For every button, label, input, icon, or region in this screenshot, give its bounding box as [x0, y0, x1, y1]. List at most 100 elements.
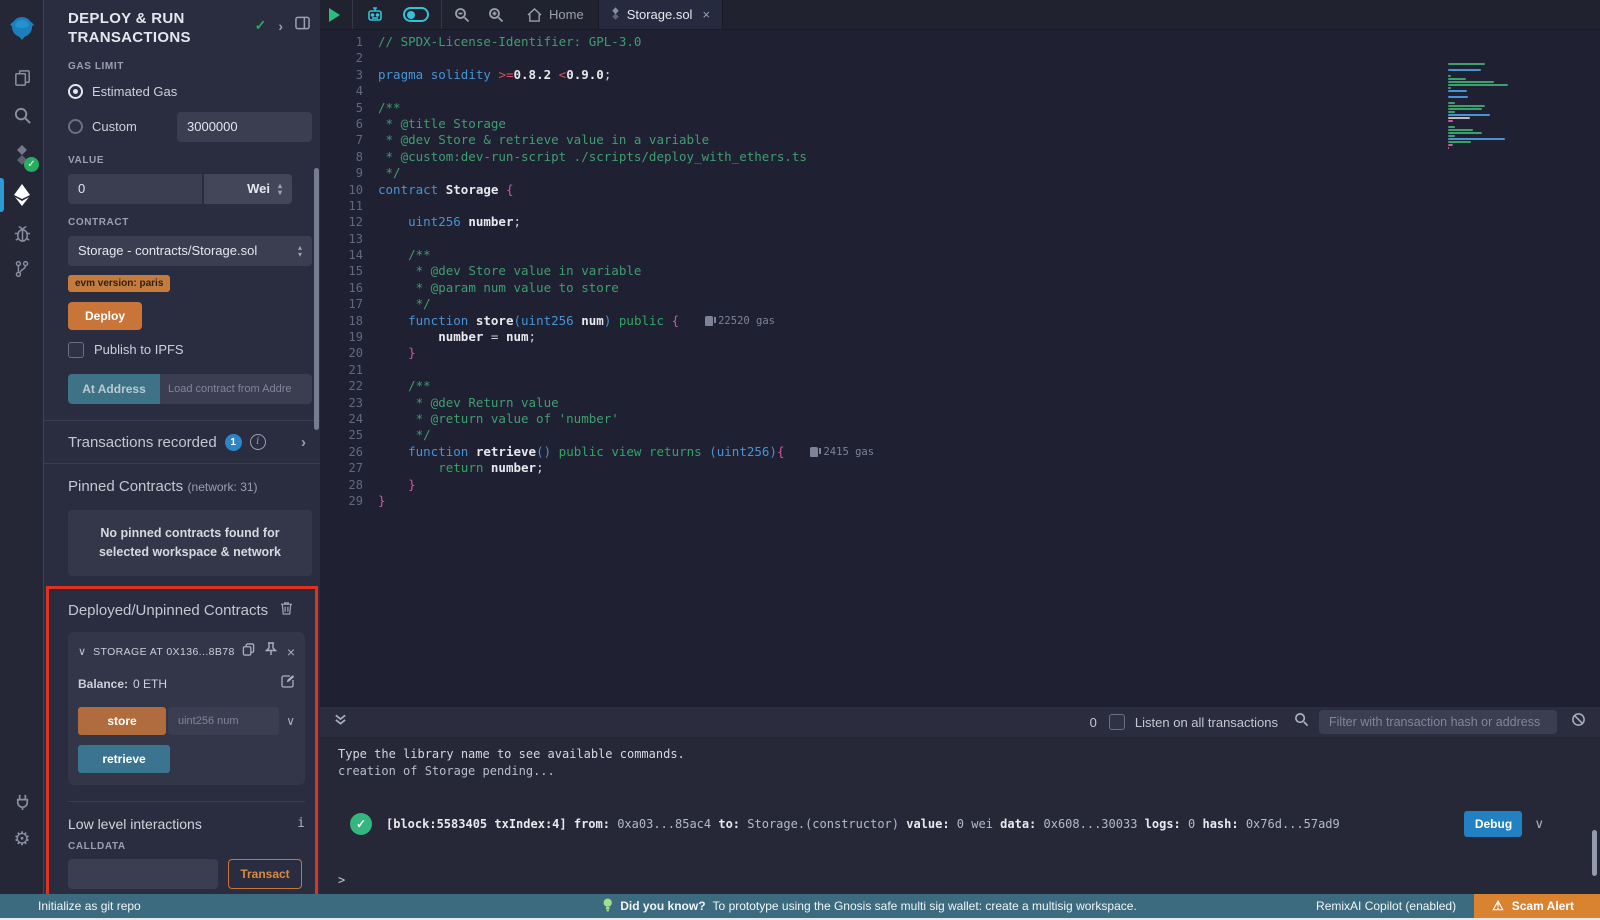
code-line[interactable]: 18 function store(uint256 num) public {2… — [320, 313, 1600, 329]
code-line[interactable]: 17 */ — [320, 296, 1600, 312]
code-line[interactable]: 3pragma solidity >=0.8.2 <0.9.0; — [320, 67, 1600, 83]
code-line[interactable]: 13 — [320, 231, 1600, 247]
code-line[interactable]: 14 /** — [320, 247, 1600, 263]
code-line[interactable]: 12 uint256 number; — [320, 214, 1600, 230]
code-text: * @return value of 'number' — [378, 411, 619, 427]
terminal-filter-input[interactable] — [1319, 710, 1557, 734]
git-icon[interactable] — [0, 250, 44, 288]
code-line[interactable]: 29} — [320, 493, 1600, 509]
code-line[interactable]: 28 } — [320, 477, 1600, 493]
transact-button[interactable]: Transact — [228, 859, 302, 889]
code-line[interactable]: 23 * @dev Return value — [320, 395, 1600, 411]
editor-minimap[interactable] — [1448, 63, 1536, 150]
terminal-scrollbar[interactable] — [1592, 830, 1597, 876]
zoom-out-icon[interactable] — [445, 0, 479, 29]
code-line[interactable]: 4 — [320, 83, 1600, 99]
copy-address-icon[interactable] — [242, 643, 255, 661]
code-line[interactable]: 9 */ — [320, 165, 1600, 181]
pin-contract-icon[interactable] — [265, 642, 277, 661]
code-line[interactable]: 22 /** — [320, 378, 1600, 394]
code-line[interactable]: 5/** — [320, 100, 1600, 116]
zoom-in-icon[interactable] — [479, 0, 513, 29]
deploy-run-icon[interactable] — [0, 176, 44, 214]
remix-logo-icon[interactable] — [0, 6, 44, 50]
deploy-button[interactable]: Deploy — [68, 302, 142, 330]
store-arg-input[interactable] — [168, 707, 279, 735]
code-line[interactable]: 7 * @dev Store & retrieve value in a var… — [320, 132, 1600, 148]
publish-ipfs-checkbox[interactable] — [68, 342, 84, 358]
expand-args-icon[interactable]: ∨ — [286, 714, 295, 728]
calldata-input[interactable] — [68, 859, 218, 889]
code-line[interactable]: 2 — [320, 50, 1600, 66]
at-address-button[interactable]: At Address — [68, 374, 160, 404]
debugger-icon[interactable] — [0, 214, 44, 252]
code-line[interactable]: 25 */ — [320, 427, 1600, 443]
unit-stepper-icon[interactable]: ▴▾ — [278, 182, 282, 196]
remove-contract-icon[interactable]: × — [287, 644, 295, 660]
value-input[interactable] — [68, 174, 202, 204]
code-line[interactable]: 24 * @return value of 'number' — [320, 411, 1600, 427]
terminal-prompt[interactable]: > — [338, 873, 345, 887]
edit-balance-icon[interactable] — [281, 674, 295, 693]
code-line[interactable]: 1// SPDX-License-Identifier: GPL-3.0 — [320, 34, 1600, 50]
active-plugin-indicator — [0, 178, 4, 212]
code-line[interactable]: 11 — [320, 198, 1600, 214]
line-number: 11 — [320, 198, 378, 214]
expand-transactions-icon[interactable]: › — [301, 434, 306, 451]
low-level-info-icon[interactable]: i — [297, 816, 305, 831]
store-function-button[interactable]: store — [78, 707, 166, 735]
code-area[interactable]: 1// SPDX-License-Identifier: GPL-3.023pr… — [320, 30, 1600, 707]
copilot-status[interactable]: RemixAI Copilot (enabled) — [1316, 899, 1456, 913]
collapse-contract-icon[interactable]: ∨ — [78, 645, 86, 658]
value-unit-select[interactable]: Wei ▴▾ — [204, 174, 292, 204]
code-line[interactable]: 21 — [320, 362, 1600, 378]
estimated-gas-option[interactable]: Estimated Gas — [68, 81, 312, 103]
tab-storage-sol[interactable]: Storage.sol × — [598, 0, 723, 29]
at-address-input[interactable] — [160, 374, 312, 404]
panel-forward-icon[interactable]: › — [278, 18, 283, 34]
deployed-contract-card: ∨ STORAGE AT 0X136...8B78 × Balance: 0 E… — [68, 632, 305, 785]
code-line[interactable]: 20 } — [320, 345, 1600, 361]
search-icon[interactable] — [0, 96, 44, 134]
estimated-gas-radio[interactable] — [68, 84, 83, 99]
collapse-terminal-icon[interactable] — [334, 713, 347, 731]
home-tab[interactable]: Home — [513, 0, 598, 29]
custom-gas-radio[interactable] — [68, 119, 83, 134]
code-line[interactable]: 19 number = num; — [320, 329, 1600, 345]
code-line[interactable]: 8 * @custom:dev-run-script ./scripts/dep… — [320, 149, 1600, 165]
code-text: */ — [378, 296, 431, 312]
clear-console-icon[interactable] — [1571, 712, 1586, 732]
solidity-compiler-icon[interactable]: ✓ — [0, 136, 44, 174]
info-icon[interactable]: i — [250, 434, 266, 450]
expand-tx-icon[interactable]: ∨ — [1534, 816, 1544, 832]
retrieve-function-button[interactable]: retrieve — [78, 745, 170, 773]
panel-scrollbar[interactable] — [314, 168, 319, 430]
run-script-icon[interactable] — [320, 0, 349, 29]
pin-panel-icon[interactable] — [295, 16, 310, 35]
code-line[interactable]: 27 return number; — [320, 460, 1600, 476]
code-line[interactable]: 16 * @param num value to store — [320, 280, 1600, 296]
terminal-body[interactable]: Type the library name to see available c… — [320, 737, 1600, 894]
code-text: pragma solidity >=0.8.2 <0.9.0; — [378, 67, 611, 83]
ai-copilot-icon[interactable] — [356, 0, 394, 29]
code-line[interactable]: 15 * @dev Store value in variable — [320, 263, 1600, 279]
close-tab-icon[interactable]: × — [702, 7, 710, 22]
git-init-status[interactable]: Initialize as git repo — [38, 899, 141, 913]
listen-all-checkbox[interactable] — [1109, 714, 1125, 730]
publish-ipfs-option[interactable]: Publish to IPFS — [68, 342, 312, 358]
copilot-toggle-icon[interactable] — [394, 0, 438, 29]
transaction-log-row[interactable]: ✓ [block:5583405 txIndex:4] from: 0xa03.… — [338, 811, 1600, 837]
transactions-recorded-row[interactable]: Transactions recorded 1 i › — [44, 421, 320, 463]
settings-gear-icon[interactable]: ⚙ — [0, 820, 44, 858]
trash-icon[interactable] — [280, 601, 293, 620]
debug-button[interactable]: Debug — [1464, 811, 1522, 837]
code-line[interactable]: 6 * @title Storage — [320, 116, 1600, 132]
file-explorer-icon[interactable] — [0, 58, 44, 96]
custom-gas-option[interactable]: Custom — [68, 112, 312, 142]
custom-gas-input[interactable] — [177, 112, 312, 142]
plugin-manager-icon[interactable] — [0, 782, 44, 820]
scam-alert-button[interactable]: ⚠ Scam Alert — [1474, 894, 1600, 918]
contract-select[interactable]: Storage - contracts/Storage.sol ▴▾ — [68, 236, 312, 266]
code-line[interactable]: 26 function retrieve() public view retur… — [320, 444, 1600, 460]
code-line[interactable]: 10contract Storage { — [320, 182, 1600, 198]
